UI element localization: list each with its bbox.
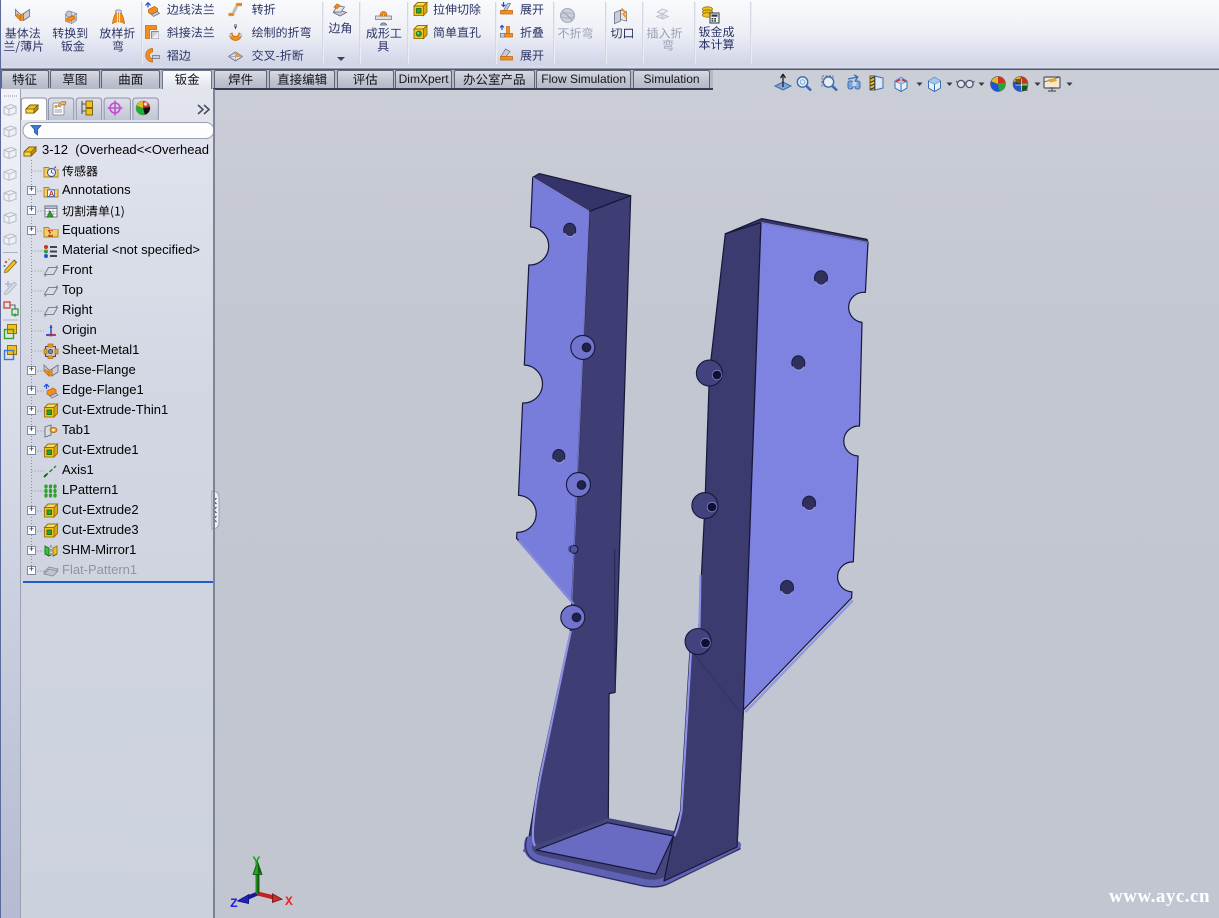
svg-text:Y: Y — [253, 854, 261, 869]
svg-text:Σ: Σ — [48, 229, 54, 239]
svg-text:X: X — [285, 894, 293, 909]
svg-text:Z: Z — [230, 896, 238, 911]
svg-text:A: A — [49, 189, 55, 198]
